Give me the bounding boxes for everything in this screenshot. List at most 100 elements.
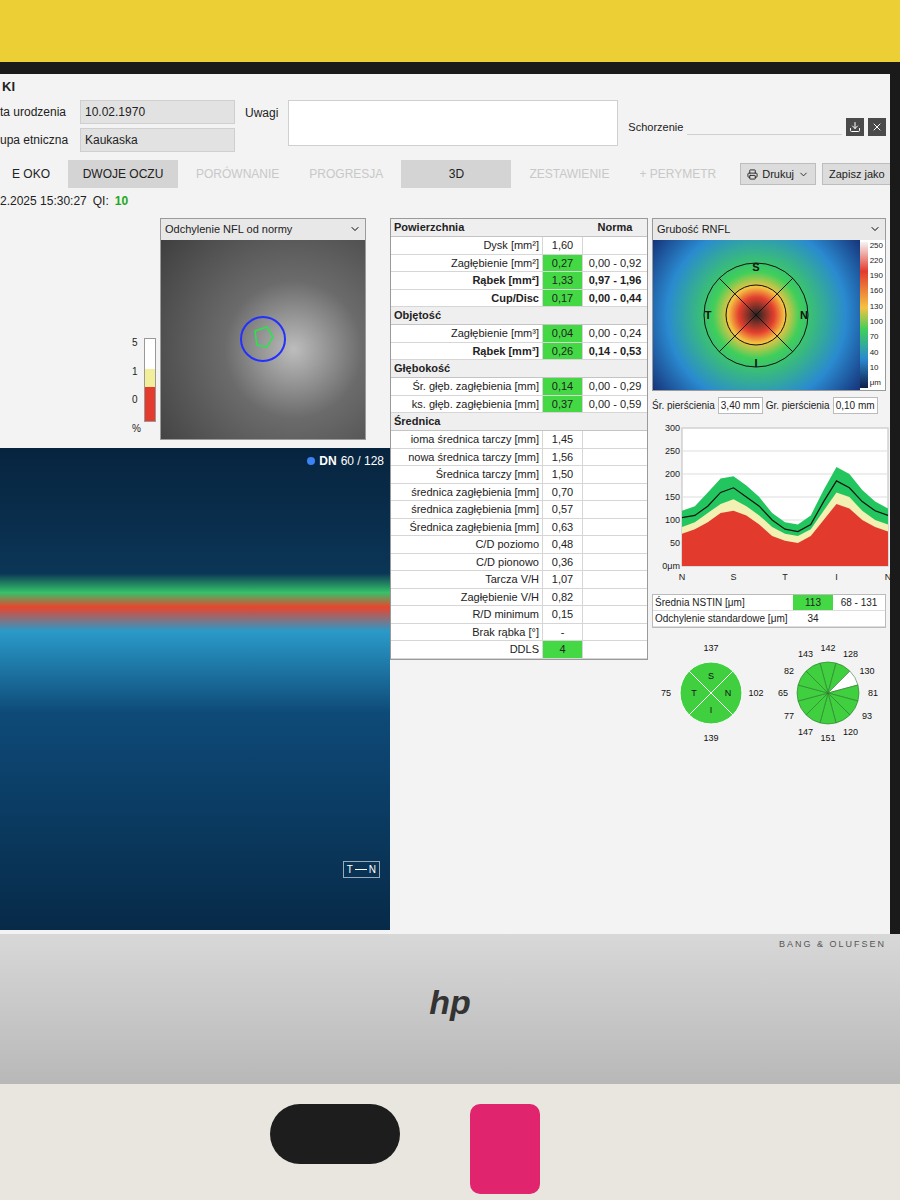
colorbar-tick: 220 xyxy=(870,257,883,265)
row-norm xyxy=(583,449,647,466)
norm-header: Norma xyxy=(583,219,647,236)
tab[interactable]: E OKO xyxy=(0,160,62,188)
row-label: średnica zagłębienia [mm] xyxy=(391,484,543,501)
table-row: średnica zagłębienia [mm]0,70 xyxy=(391,484,647,502)
stats-norm: 68 - 131 xyxy=(833,595,885,610)
table-row: C/D poziomo0,48 xyxy=(391,536,647,554)
clock-sector xyxy=(806,663,828,693)
nfl-panel: Odchylenie NFL od normy xyxy=(160,218,366,440)
row-label: Tarcza V/H xyxy=(391,571,543,588)
row-norm xyxy=(583,641,647,658)
field-value[interactable]: 10.02.1970 xyxy=(80,100,235,124)
tab[interactable]: DWOJE OCZU xyxy=(68,160,178,188)
row-norm xyxy=(583,554,647,571)
row-norm xyxy=(583,624,647,641)
row-value: 0,48 xyxy=(543,536,583,553)
ring-overlay: STNI xyxy=(686,245,826,385)
chevron-icon[interactable] xyxy=(869,223,881,235)
clock-value: 81 xyxy=(868,688,878,698)
tsnit-chart: 300250200150100500μmNSTIN xyxy=(652,420,890,588)
exam-datetime: 2.2025 15:30:27 xyxy=(0,192,87,210)
slice-badge: DN60 / 128 xyxy=(307,452,384,470)
left-column: 510%Odchylenie NFL od normyDN60 / 128TN xyxy=(0,218,390,930)
clock-value: 128 xyxy=(843,649,858,659)
ring-width-field[interactable]: 0,10 mm xyxy=(833,397,878,414)
y-tick: 50 xyxy=(670,538,680,548)
table-row: ks. głęb. zagłębienia [mm]0,370,00 - 0,5… xyxy=(391,396,647,414)
norm-band xyxy=(682,503,888,565)
clock-value: 142 xyxy=(820,643,835,653)
save-button[interactable]: Zapisz jako xyxy=(822,163,890,186)
row-value: 4 xyxy=(543,641,583,658)
field-value[interactable]: Kaukaska xyxy=(80,128,235,152)
row-value: 0,27 xyxy=(543,255,583,272)
row-value: - xyxy=(543,624,583,641)
colorbar-tick: 250 xyxy=(870,242,883,250)
print-button[interactable]: Drukuj xyxy=(740,163,816,186)
row-value: 0,17 xyxy=(543,290,583,307)
section-title: Powierzchnia xyxy=(391,219,583,236)
y-tick: 200 xyxy=(665,469,680,479)
quadrant-letter: S xyxy=(708,671,714,681)
x-tick: N xyxy=(679,572,686,582)
row-label: DDLS xyxy=(391,641,543,658)
map-letter: T xyxy=(705,309,712,321)
row-value: 0,37 xyxy=(543,396,583,413)
clock-value: 120 xyxy=(843,726,858,736)
table-row: Średnica zagłębienia [mm]0,63 xyxy=(391,519,647,537)
notes-label: Uwagi xyxy=(245,100,278,122)
row-value: 1,33 xyxy=(543,272,583,289)
row-label: C/D poziomo xyxy=(391,536,543,553)
colorbar-tick: 130 xyxy=(870,303,883,311)
ring-diameter-field[interactable]: 3,40 mm xyxy=(718,397,763,414)
table-row: Zagłębienie [mm²]0,270,00 - 0,92 xyxy=(391,255,647,273)
row-norm xyxy=(583,519,647,536)
colorbar-tick: 40 xyxy=(870,349,883,357)
row-norm xyxy=(583,501,647,518)
table-row: nowa średnica tarczy [mm]1,56 xyxy=(391,449,647,467)
row-value: 0,82 xyxy=(543,589,583,606)
clock-value: 77 xyxy=(784,710,794,720)
condition-field[interactable] xyxy=(687,119,842,135)
row-label: Rąbek [mm²] xyxy=(391,272,543,289)
stats-row: Średnia NSTIN [μm]11368 - 131 xyxy=(653,595,885,611)
download-button[interactable] xyxy=(846,118,864,136)
y-tick: 100 xyxy=(665,515,680,525)
condition-label: Schorzenie xyxy=(628,119,683,136)
row-norm: 0,00 - 0,44 xyxy=(583,290,647,307)
fundus-image xyxy=(161,240,365,440)
clock-value: 130 xyxy=(859,665,874,675)
thickness-map: STNI xyxy=(653,240,860,390)
x-tick: S xyxy=(730,572,736,582)
x-tick: I xyxy=(835,572,838,582)
notes-field[interactable] xyxy=(288,100,618,146)
close-button[interactable] xyxy=(868,118,886,136)
map-letter: N xyxy=(800,309,808,321)
chevron-icon xyxy=(798,169,809,180)
hp-logo: hp xyxy=(429,977,471,1028)
section-title: Objętość xyxy=(391,307,647,324)
table-row: Rąbek [mm³]0,260,14 - 0,53 xyxy=(391,343,647,361)
row-norm: 0,97 - 1,96 xyxy=(583,272,647,289)
scale-label: 1 xyxy=(132,367,141,377)
desk xyxy=(0,1084,900,1200)
colorbar-tick: 70 xyxy=(870,333,883,341)
table-row: Zagłębienie [mm³]0,040,00 - 0,24 xyxy=(391,325,647,343)
chevron-icon[interactable] xyxy=(349,223,361,235)
row-value: 0,63 xyxy=(543,519,583,536)
colorbar-unit: μm xyxy=(870,379,883,387)
row-label: ioma średnica tarczy [mm] xyxy=(391,431,543,448)
quadrant-letter: T xyxy=(691,688,697,698)
row-norm xyxy=(583,536,647,553)
tab[interactable]: 3D xyxy=(401,160,511,188)
scale-label: 5 xyxy=(132,338,141,348)
row-label: Zagłębienie [mm³] xyxy=(391,325,543,342)
qi-label: QI: xyxy=(93,192,109,210)
x-tick: N xyxy=(885,572,890,582)
exam-info: 2.2025 15:30:27QI:10 xyxy=(0,188,890,214)
clock-value: 82 xyxy=(784,665,794,675)
table-row: Tarcza V/H1,07 xyxy=(391,571,647,589)
section-header: Głębokość xyxy=(391,360,647,378)
row-label: Brak rąbka [°] xyxy=(391,624,543,641)
row-label: Cup/Disc xyxy=(391,290,543,307)
